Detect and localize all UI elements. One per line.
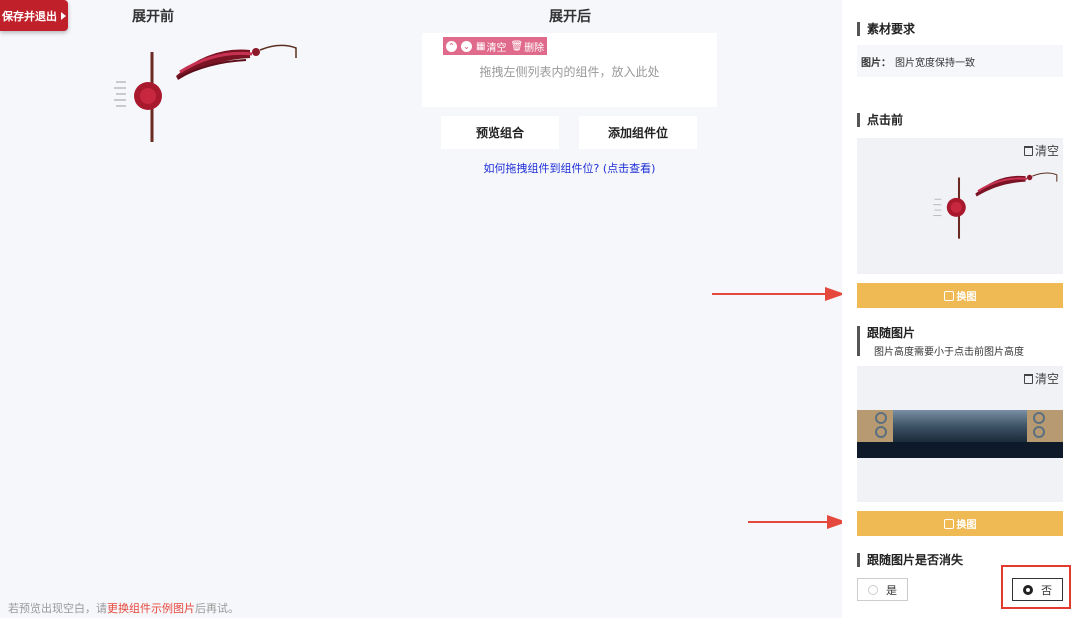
component-drop-zone[interactable]: ⌃ ⌄ ▦ 清空 🗑 删除 拖拽左侧列表内的组件，放入此处 (422, 33, 717, 107)
trash-icon (1023, 373, 1033, 384)
after-column-title: 展开后 (549, 9, 591, 25)
swap-follow-image-button[interactable]: 换图 (857, 511, 1063, 536)
material-value: 图片宽度保持一致 (895, 57, 975, 69)
radio-yes[interactable]: 是 (857, 578, 908, 601)
tassel-image-before (114, 44, 297, 142)
drop-zone-hint: 拖拽左侧列表内的组件，放入此处 (479, 65, 660, 79)
bottom-note: 若预览出现空白，请更换组件示例图片后再试。 (8, 600, 239, 616)
before-column-title: 展开前 (132, 9, 174, 25)
swap-label: 换图 (956, 292, 977, 303)
material-requirements-title: 素材要求 (857, 22, 915, 36)
drop-zone-toolbar: ⌃ ⌄ ▦ 清空 🗑 删除 (443, 37, 548, 55)
tassel-thumbnail (933, 172, 1058, 239)
trash-icon: 🗑 (510, 40, 524, 52)
follow-image-box: 清空 (857, 366, 1063, 502)
swap-label: 换图 (956, 520, 977, 531)
replace-example-image-link[interactable]: 更换组件示例图片 (107, 602, 195, 615)
swap-before-image-button[interactable]: 换图 (857, 283, 1063, 308)
before-click-image-box: 清空 (857, 138, 1063, 274)
bottom-note-prefix: 若预览出现空白，请 (8, 602, 107, 615)
clear-before-image-button[interactable]: 清空 (1023, 142, 1059, 159)
move-up-icon[interactable]: ⌃ (446, 40, 457, 52)
follow-image-title-text: 跟随图片 (867, 326, 916, 340)
clear-label: 清空 (1034, 372, 1059, 386)
move-down-icon[interactable]: ⌄ (461, 40, 472, 52)
disappear-title: 跟随图片是否消失 (857, 553, 963, 567)
red-arrow-lower (748, 515, 847, 529)
scroll-banner-image (857, 410, 1063, 458)
delete-slot-label: 删除 (524, 42, 545, 54)
swap-image-icon (943, 290, 954, 301)
radio-yes-label: 是 (886, 583, 897, 597)
clear-slot-label: 清空 (486, 42, 507, 54)
follow-image-note: 图片高度需要小于点击前图片高度 (874, 347, 1024, 358)
settings-panel: 素材要求 图片： 图片宽度保持一致 点击前 清空 换图 跟随图片 图片高度需要小… (842, 0, 1080, 618)
caret-right-icon (61, 11, 66, 20)
add-component-slot-button[interactable]: 添加组件位 (579, 116, 697, 149)
material-key: 图片： (861, 57, 891, 69)
save-exit-label: 保存并退出 (2, 9, 57, 23)
eraser-icon: ▦ (476, 40, 486, 52)
bottom-note-suffix: 后再试。 (195, 602, 239, 615)
red-arrow-upper (712, 287, 845, 301)
clear-slot-button[interactable]: ▦ 清空 (476, 39, 506, 54)
save-exit-button[interactable]: 保存并退出 (0, 0, 68, 31)
drag-help-link[interactable]: 如何拖拽组件到组件位? (点击查看) (422, 160, 717, 176)
swap-image-icon (943, 518, 954, 529)
delete-slot-button[interactable]: 🗑 删除 (510, 39, 544, 54)
highlight-frame (1001, 565, 1071, 609)
preview-combo-button[interactable]: 预览组合 (441, 116, 559, 149)
material-requirements-box: 图片： 图片宽度保持一致 (857, 45, 1063, 77)
trash-icon (1023, 145, 1033, 156)
clear-label: 清空 (1034, 144, 1059, 158)
clear-follow-image-button[interactable]: 清空 (1023, 370, 1059, 387)
radio-circle-icon (868, 584, 878, 595)
before-click-title: 点击前 (857, 113, 903, 127)
